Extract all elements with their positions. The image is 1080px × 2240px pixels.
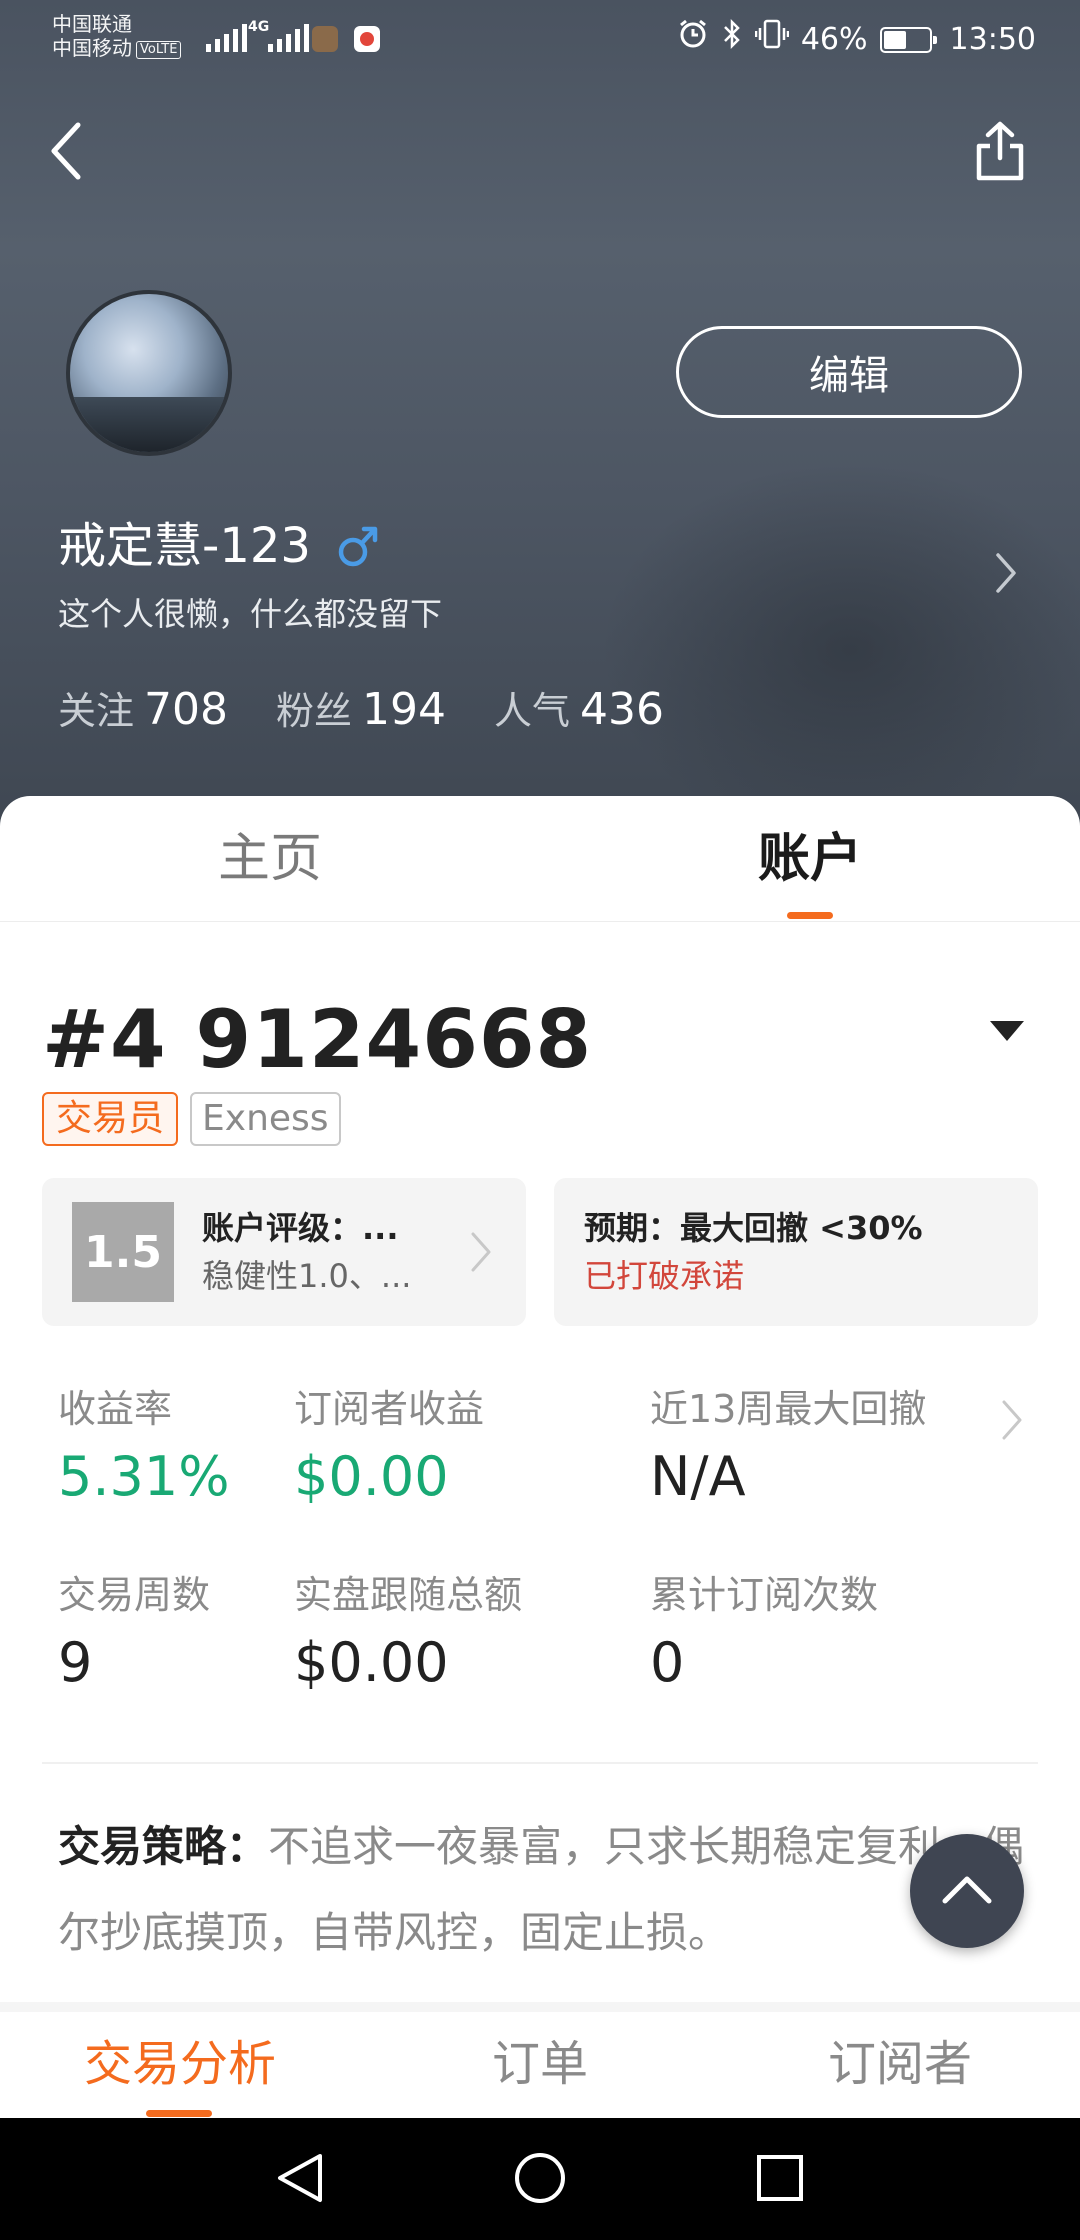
metrics-detail-chevron[interactable] (996, 1394, 1028, 1450)
rating-title: 账户评级：... (202, 1209, 399, 1247)
content-card: 主页 账户 #4 9124668 交易员 Exness 1.5 账户评级：...… (0, 796, 1080, 2008)
stat-following[interactable]: 关注 708 (58, 680, 228, 735)
metric-value: $0.00 (294, 1631, 449, 1694)
male-icon (337, 523, 379, 569)
metric-trading-weeks: 交易周数 9 (58, 1570, 210, 1698)
stat-label: 人气 (494, 689, 571, 733)
back-arrow-icon (46, 121, 86, 185)
metric-label: 累计订阅次数 (650, 1573, 879, 1617)
scroll-to-top-button[interactable] (910, 1834, 1024, 1948)
expectation-card: 预期：最大回撤 <30% 已打破承诺 (554, 1178, 1038, 1326)
expectation-title: 预期：最大回撤 <30% (584, 1209, 923, 1247)
share-icon (974, 120, 1026, 186)
rating-subtitle: 稳健性1.0、... (202, 1257, 412, 1295)
metric-label: 近13周最大回撤 (650, 1387, 927, 1431)
nav-recents-button[interactable] (740, 2140, 820, 2220)
metric-label: 交易周数 (58, 1573, 211, 1617)
back-button[interactable] (36, 118, 96, 188)
carrier-1: 中国联通 (52, 12, 132, 36)
tab-home[interactable]: 主页 (140, 824, 400, 894)
metric-value: N/A (650, 1445, 746, 1508)
account-rating-card[interactable]: 1.5 账户评级：... 稳健性1.0、... (42, 1178, 526, 1326)
edit-profile-button[interactable]: 编辑 (676, 326, 1022, 418)
metric-return-rate: 收益率 5.31% (58, 1384, 230, 1512)
rating-score: 1.5 (72, 1202, 174, 1302)
stat-value: 194 (362, 684, 446, 735)
account-number: #4 9124668 (42, 993, 593, 1086)
metric-value: 0 (650, 1631, 685, 1694)
nav-recents-icon (755, 2153, 805, 2207)
stat-label: 粉丝 (276, 689, 353, 733)
metric-label: 实盘跟随总额 (294, 1573, 523, 1617)
bluetooth-icon (721, 18, 743, 61)
account-badges: 交易员 Exness (42, 1092, 341, 1146)
main-tabs: 主页 账户 (0, 796, 1080, 922)
stat-followers[interactable]: 粉丝 194 (276, 680, 446, 735)
subtab-subscribers[interactable]: 订阅者 (780, 2032, 1020, 2096)
nav-home-icon (512, 2150, 568, 2210)
account-dropdown-button[interactable] (984, 1010, 1030, 1056)
caret-down-icon (988, 1019, 1026, 1047)
metric-subscription-count: 累计订阅次数 0 (650, 1570, 878, 1698)
chevron-right-icon (1000, 1398, 1024, 1446)
carrier-2: 中国移动 (52, 36, 132, 60)
volte-badge: VoLTE (136, 40, 182, 59)
username-row: 戒定慧-123 (58, 515, 379, 577)
stat-value: 436 (580, 684, 664, 735)
alarm-icon (677, 18, 709, 61)
metric-subscriber-income: 订阅者收益 $0.00 (294, 1384, 484, 1512)
profile-stats: 关注 708 粉丝 194 人气 436 (58, 680, 664, 735)
metric-label: 收益率 (58, 1387, 173, 1431)
notification-app-icon (354, 26, 380, 52)
strategy-label: 交易策略： (58, 1822, 269, 1871)
chevron-right-icon (466, 1224, 496, 1280)
network-type: 4G (248, 19, 270, 35)
bio: 这个人很懒，什么都没留下 (58, 595, 443, 633)
status-right: 46% 13:50 (677, 18, 1036, 61)
carrier-info: 中国联通 中国移动 VoLTE (52, 12, 182, 60)
shield-app-icon (312, 26, 338, 52)
metric-value: $0.00 (294, 1445, 449, 1508)
divider (42, 1762, 1038, 1764)
broker-badge: Exness (190, 1092, 341, 1146)
clock: 13:50 (949, 21, 1036, 57)
tab-account[interactable]: 账户 (680, 824, 940, 894)
vibrate-icon (754, 18, 790, 61)
username: 戒定慧-123 (58, 518, 311, 574)
nav-back-button[interactable] (260, 2140, 340, 2220)
stat-label: 关注 (58, 689, 135, 733)
signal-icon-2 (268, 24, 309, 52)
chevron-right-icon (994, 551, 1018, 599)
nav-back-icon (274, 2150, 326, 2210)
metric-label: 订阅者收益 (294, 1387, 485, 1431)
metric-follow-amount: 实盘跟随总额 $0.00 (294, 1570, 522, 1698)
profile-detail-chevron[interactable] (988, 548, 1024, 602)
metric-value: 9 (58, 1631, 93, 1694)
sub-tabs: 交易分析 订单 订阅者 (0, 2002, 1080, 2118)
metric-value: 5.31% (58, 1445, 230, 1508)
status-bar: 中国联通 中国移动 VoLTE 4G 46% 13:50 (0, 0, 1080, 76)
avatar[interactable] (66, 290, 232, 456)
nav-home-button[interactable] (500, 2140, 580, 2220)
subtab-active-indicator (146, 2110, 212, 2117)
tab-active-indicator (787, 912, 833, 919)
subtab-orders[interactable]: 订单 (420, 2032, 660, 2096)
stat-value: 708 (144, 684, 228, 735)
trader-badge: 交易员 (42, 1092, 179, 1146)
metric-max-drawdown: 近13周最大回撤 N/A (650, 1384, 926, 1512)
trading-strategy: 交易策略：不追求一夜暴富，只求长期稳定复利，偶尔抄底摸顶，自带风控，固定止损。 (58, 1804, 1028, 1976)
battery-percent: 46% (800, 21, 868, 57)
share-button[interactable] (968, 118, 1032, 188)
expectation-status: 已打破承诺 (584, 1257, 745, 1295)
battery-icon (879, 26, 937, 53)
signal-icon (206, 24, 247, 52)
system-nav-bar (0, 2118, 1080, 2240)
stat-popularity: 人气 436 (494, 680, 664, 735)
arrow-up-icon (941, 1873, 993, 1909)
subtab-trade-analysis[interactable]: 交易分析 (60, 2032, 300, 2096)
